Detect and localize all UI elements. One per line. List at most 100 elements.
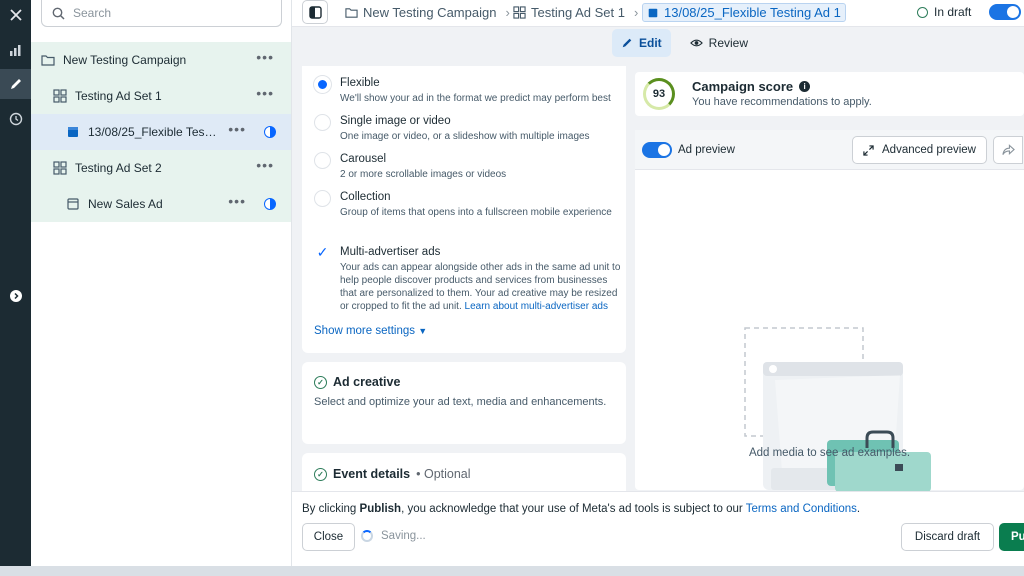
- review-tab-label: Review: [708, 36, 749, 50]
- pencil-icon[interactable]: [0, 69, 31, 99]
- bottom-action-bar: By clicking Publish, you acknowledge tha…: [292, 491, 1024, 566]
- empty-preview-text: Add media to see ad examples.: [748, 447, 911, 459]
- more-options-icon[interactable]: •••: [228, 122, 246, 136]
- score-title: Campaign score i: [692, 79, 811, 94]
- radio-selected[interactable]: [314, 76, 331, 93]
- consent-bold: Publish: [359, 503, 402, 515]
- search-box[interactable]: [41, 0, 282, 27]
- breadcrumb-label: New Testing Campaign: [363, 5, 497, 20]
- chart-icon[interactable]: [0, 35, 31, 65]
- more-options-icon[interactable]: •••: [256, 50, 274, 64]
- draft-status-label: In draft: [934, 5, 972, 19]
- tree-item-adset-2[interactable]: Testing Ad Set 2 •••: [31, 150, 291, 186]
- ad-preview-label: Ad preview: [678, 144, 735, 156]
- check-circle-icon: ✓: [314, 467, 327, 481]
- campaign-score-card[interactable]: 93 Campaign score i You have recommendat…: [635, 72, 1024, 116]
- tree-list: New Testing Campaign ••• Testing Ad Set …: [31, 42, 291, 222]
- option-desc: We'll show your ad in the format we pred…: [340, 93, 611, 104]
- saving-label: Saving...: [381, 530, 426, 542]
- campaign-on-off-toggle[interactable]: [989, 4, 1021, 20]
- show-more-settings-link[interactable]: Show more settings ▼: [314, 325, 427, 337]
- ad-setup-form: Flexible We'll show your ad in the forma…: [302, 66, 626, 493]
- folder-icon: [345, 8, 358, 18]
- breadcrumb-ad[interactable]: 13/08/25_Flexible Testing Ad 1: [642, 3, 846, 22]
- panel-toggle-icon[interactable]: [302, 0, 328, 24]
- tree-item-sales-ad[interactable]: New Sales Ad •••: [31, 186, 291, 222]
- empty-media-illustration: [744, 327, 931, 492]
- more-options-icon[interactable]: •••: [256, 158, 274, 172]
- mode-switcher: Edit Review: [612, 29, 757, 57]
- ad-preview-toggle[interactable]: [642, 142, 672, 158]
- search-input[interactable]: [73, 6, 263, 20]
- score-gauge: 93: [643, 78, 675, 110]
- option-desc-line-last: or cropped to fit the ad unit. Learn abo…: [340, 300, 608, 313]
- saving-indicator: Saving...: [361, 530, 426, 542]
- eye-icon: [689, 39, 703, 47]
- tree-item-label: New Sales Ad: [88, 197, 163, 211]
- half-status-icon: [264, 126, 276, 138]
- half-status-icon: [264, 198, 276, 210]
- consent-middle: , you acknowledge that your use of Meta'…: [401, 503, 746, 515]
- left-rail: [0, 0, 31, 566]
- option-desc-line: Your ads can appear alongside other ads …: [340, 262, 621, 273]
- discard-draft-button[interactable]: Discard draft: [901, 523, 994, 551]
- radio-unselected[interactable]: [314, 190, 331, 207]
- folder-icon: [41, 53, 55, 67]
- publish-consent-text: By clicking Publish, you acknowledge tha…: [302, 503, 860, 515]
- ad-creative-desc: Select and optimize your ad text, media …: [314, 396, 607, 408]
- pencil-icon: [622, 38, 632, 48]
- edit-tab[interactable]: Edit: [612, 29, 671, 57]
- option-desc: One image or video, or a slideshow with …: [340, 131, 590, 142]
- learn-more-link[interactable]: Learn about multi-advertiser ads: [465, 301, 608, 312]
- ad-preview-panel: Ad preview Advanced preview: [635, 130, 1024, 492]
- tree-item-flexible-ad[interactable]: 13/08/25_Flexible Testi... •••: [31, 114, 291, 150]
- event-details-card[interactable]: ✓ Event details • Optional: [302, 453, 626, 493]
- checkmark-icon[interactable]: ✓: [314, 244, 331, 261]
- campaign-tree-panel: New Testing Campaign ••• Testing Ad Set …: [31, 0, 292, 566]
- grid-icon: [513, 6, 526, 19]
- share-icon[interactable]: [993, 136, 1023, 164]
- score-title-label: Campaign score: [692, 79, 794, 94]
- radio-unselected[interactable]: [314, 114, 331, 131]
- close-button[interactable]: Close: [302, 523, 355, 551]
- tree-item-adset-1[interactable]: Testing Ad Set 1 •••: [31, 78, 291, 114]
- breadcrumb-label: 13/08/25_Flexible Testing Ad 1: [664, 5, 841, 20]
- format-card: Flexible We'll show your ad in the forma…: [302, 66, 626, 353]
- option-title: Collection: [340, 191, 391, 203]
- option-title: Multi-advertiser ads: [340, 246, 441, 258]
- ad-icon: [66, 125, 80, 139]
- caret-down-icon: ▼: [418, 326, 428, 336]
- info-icon[interactable]: i: [799, 81, 811, 92]
- grid-icon: [53, 89, 67, 103]
- publish-button[interactable]: Pu: [999, 523, 1024, 551]
- more-options-icon[interactable]: •••: [228, 194, 246, 208]
- ad-icon: [648, 8, 658, 17]
- review-tab[interactable]: Review: [681, 29, 757, 57]
- breadcrumb-adset[interactable]: Testing Ad Set 1 ›: [513, 5, 638, 20]
- advanced-preview-button[interactable]: Advanced preview: [852, 136, 987, 164]
- breadcrumb-label: Testing Ad Set 1: [531, 5, 625, 20]
- option-title: Single image or video: [340, 115, 451, 127]
- expand-icon[interactable]: [0, 281, 31, 311]
- tree-item-label: Testing Ad Set 1: [75, 89, 162, 103]
- option-desc-line: that are personalized to them. Your ad c…: [340, 288, 618, 299]
- ad-creative-card[interactable]: ✓ Ad creative Select and optimize your a…: [302, 362, 626, 444]
- option-title: Carousel: [340, 153, 387, 165]
- more-options-icon[interactable]: •••: [256, 86, 274, 100]
- tree-item-label: 13/08/25_Flexible Testi...: [88, 125, 219, 139]
- consent-prefix: By clicking: [302, 503, 360, 515]
- expand-arrows-icon: [863, 144, 874, 156]
- breadcrumb-campaign[interactable]: New Testing Campaign ›: [345, 5, 510, 20]
- preview-header: Ad preview Advanced preview: [635, 130, 1024, 170]
- terms-link[interactable]: Terms and Conditions: [746, 503, 857, 515]
- grid-icon: [53, 161, 67, 175]
- close-icon[interactable]: [0, 0, 31, 30]
- tree-item-campaign[interactable]: New Testing Campaign •••: [31, 42, 291, 78]
- option-title: Flexible: [340, 77, 380, 89]
- clock-icon[interactable]: [0, 104, 31, 134]
- ad-creative-title: ✓ Ad creative: [314, 375, 400, 389]
- radio-unselected[interactable]: [314, 152, 331, 169]
- section-title-label: Event details: [333, 467, 411, 481]
- spinner-icon: [361, 530, 373, 542]
- window-bottom-edge: [0, 566, 1024, 576]
